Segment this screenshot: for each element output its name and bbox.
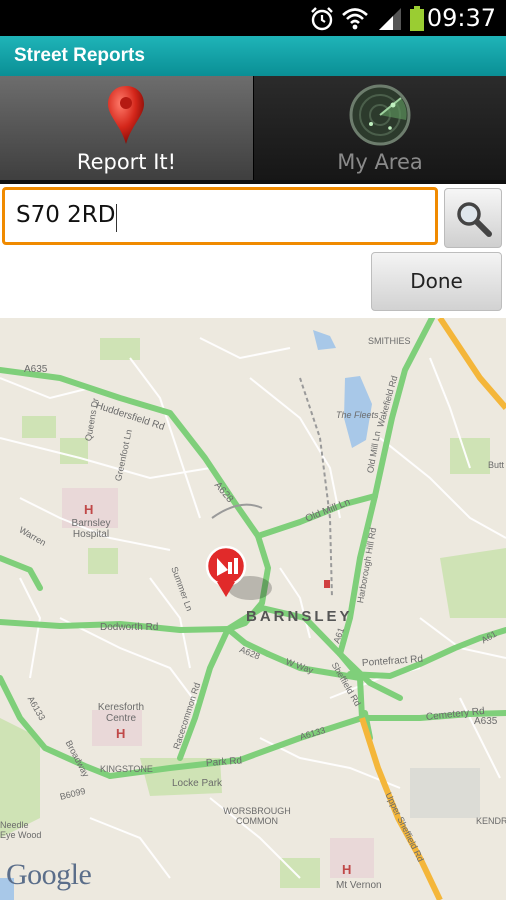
tab-my-area[interactable]: My Area [253,76,506,182]
map-label-place: Kingstone [100,764,153,774]
map-label-place: Keresforth Centre [97,702,145,724]
clock: 09:37 [426,4,496,32]
map-label-place: The Fleets [336,410,379,420]
svg-text:H: H [116,726,125,741]
map-label-place: Worsbrough Common [223,806,291,826]
search-panel: S70 2RD Done [0,184,506,318]
tab-bar: Report It! My Area [0,76,506,182]
tab-my-area-label: My Area [337,150,423,174]
google-logo: Google [6,858,92,891]
search-input-value: S70 2RD [16,202,116,228]
text-cursor [116,204,117,232]
map-label-road: Dodworth Rd [100,622,159,633]
svg-text:H: H [84,502,93,517]
search-button[interactable] [444,188,502,248]
alarm-icon [311,7,333,31]
svg-text:H: H [342,862,351,877]
tab-report-it-label: Report It! [76,150,177,174]
map-label-place: Barnsley Hospital [71,518,111,540]
search-icon [457,202,492,237]
map-label-road: A635 [474,716,498,727]
map-label-place: Smithies [368,336,411,346]
map-label-town: BARNSLEY [246,608,353,625]
map-view[interactable]: H H H BARNSLEY Barnsley Hospital Keresfo… [0,318,506,900]
battery-icon [410,6,424,31]
app-title: Street Reports [14,45,145,66]
radar-icon [349,84,411,146]
signal-icon [379,8,401,30]
postcode-search-input[interactable]: S70 2RD [2,187,438,245]
map-label-place: Needle Eye Wood [0,820,42,840]
map-label-place: Locke Park [172,778,223,789]
app-title-bar: Street Reports [0,36,506,76]
map-label-road: A635 [24,364,48,375]
tab-report-it[interactable]: Report It! [0,76,253,182]
map-pin-icon [108,86,144,144]
wifi-icon [342,8,368,30]
status-bar: 09:37 [0,0,506,36]
map-label-place: Kendr [476,816,506,826]
done-button[interactable]: Done [371,252,502,311]
map-label-road: Butt [488,460,505,470]
map-label-place: Mt Vernon [336,880,382,891]
